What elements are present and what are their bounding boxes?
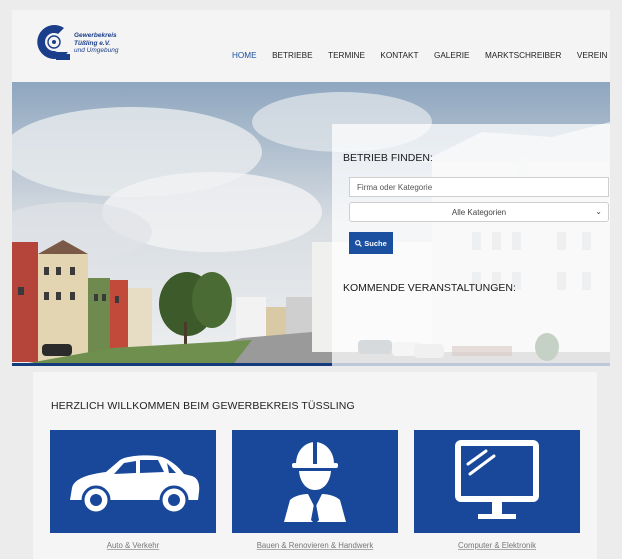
category-card-image[interactable] (414, 430, 580, 533)
welcome-heading: HERZLICH WILLKOMMEN BEIM GEWERBEKREIS TÜ… (51, 400, 355, 412)
category-link-auto[interactable]: Auto & Verkehr (50, 533, 216, 558)
hero-banner: BETRIEB FINDEN: Alle Kategorien ⌄ Suche … (12, 82, 610, 366)
category-card-auto[interactable]: Auto & Verkehr (50, 430, 216, 558)
main-content: HERZLICH WILLKOMMEN BEIM GEWERBEKREIS TÜ… (33, 372, 597, 559)
logo-emblem-icon (37, 24, 70, 60)
nav-betriebe[interactable]: BETRIEBE (272, 51, 313, 60)
category-card-computer[interactable]: Computer & Elektronik (414, 430, 580, 558)
search-input[interactable] (349, 177, 609, 197)
search-panel-title: BETRIEB FINDEN: (343, 152, 433, 164)
logo-line-2: Tüßling e.V. (74, 39, 111, 47)
category-card-image[interactable] (232, 430, 398, 533)
chevron-down-icon: ⌄ (595, 207, 602, 216)
events-title: KOMMENDE VERANSTALTUNGEN: (343, 282, 516, 294)
worker-icon (284, 442, 346, 524)
search-button-label: Suche (364, 238, 387, 248)
nav-home[interactable]: HOME (232, 51, 257, 60)
site-logo[interactable]: Gewerbekreis Tüßling e.V. und Umgebung (34, 20, 154, 66)
logo-text: Gewerbekreis Tüßling e.V. und Umgebung (74, 32, 118, 55)
logo-line-1: Gewerbekreis (74, 32, 117, 39)
nav-termine[interactable]: TERMINE (328, 51, 365, 60)
nav-marktschreiber[interactable]: MARKTSCHREIBER (485, 51, 561, 60)
search-button[interactable]: Suche (349, 232, 393, 254)
category-card-image[interactable] (50, 430, 216, 533)
category-link-bauen[interactable]: Bauen & Renovieren & Handwerk (232, 533, 398, 558)
nav-galerie[interactable]: GALERIE (434, 51, 470, 60)
main-nav: HOME BETRIEBE TERMINE KONTAKT GALERIE MA… (232, 51, 622, 60)
category-card-bauen[interactable]: Bauen & Renovieren & Handwerk (232, 430, 398, 558)
site-header: Gewerbekreis Tüßling e.V. und Umgebung H… (12, 10, 610, 82)
search-panel: BETRIEB FINDEN: Alle Kategorien ⌄ Suche … (332, 124, 610, 366)
search-icon (355, 239, 363, 247)
category-link-computer[interactable]: Computer & Elektronik (414, 533, 580, 558)
category-select-value: Alle Kategorien (451, 207, 507, 217)
nav-kontakt[interactable]: KONTAKT (380, 51, 418, 60)
logo-line-3: und Umgebung (74, 47, 119, 54)
car-icon (70, 455, 200, 515)
monitor-icon (455, 440, 539, 519)
category-select[interactable]: Alle Kategorien ⌄ (349, 202, 609, 222)
nav-verein[interactable]: VEREIN (577, 51, 607, 60)
